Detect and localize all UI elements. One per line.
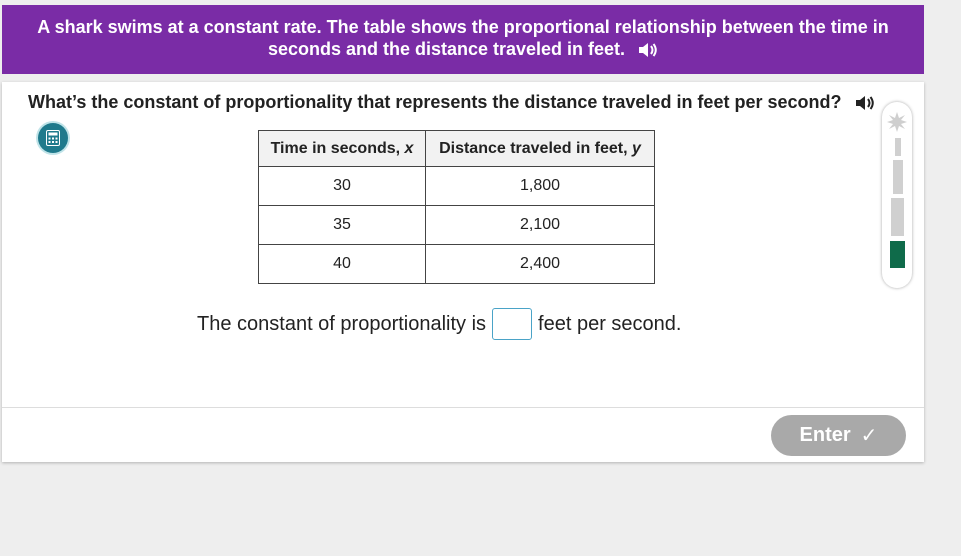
header-time-label: Time in seconds,	[270, 139, 405, 157]
question-prompt: What’s the constant of proportionality t…	[28, 92, 875, 116]
header-time: Time in seconds, x	[258, 130, 426, 167]
speaker-icon[interactable]	[855, 95, 875, 116]
header-distance-label: Distance traveled in feet,	[439, 139, 633, 157]
distance-cell: 1,800	[425, 166, 655, 206]
banner-line-2-text: seconds and the distance traveled in fee…	[267, 39, 626, 59]
table-row: 30 1,800	[258, 166, 655, 206]
progress-segment	[891, 198, 904, 236]
question-text: What’s the constant of proportionality t…	[28, 92, 842, 112]
answer-input[interactable]	[492, 308, 533, 340]
banner-line-2: seconds and the distance traveled in fee…	[2, 38, 924, 63]
progress-meter	[882, 102, 912, 288]
problem-banner: A shark swims at a constant rate. The ta…	[2, 5, 924, 74]
time-cell: 30	[258, 166, 426, 206]
time-cell: 35	[258, 205, 426, 245]
enter-button-label: Enter	[799, 424, 851, 446]
progress-segment	[895, 138, 901, 156]
proportion-table: Time in seconds, x Distance traveled in …	[258, 130, 655, 284]
answer-prefix: The constant of proportionality is	[197, 312, 487, 335]
distance-cell: 2,100	[425, 205, 655, 245]
calculator-icon[interactable]	[38, 123, 68, 153]
answer-sentence: The constant of proportionality is feet …	[197, 308, 681, 340]
star-icon	[887, 112, 907, 137]
distance-cell: 2,400	[425, 244, 655, 284]
progress-segment-filled	[890, 241, 905, 268]
footer-divider	[2, 407, 924, 408]
table-header-row: Time in seconds, x Distance traveled in …	[258, 130, 655, 167]
table-row: 40 2,400	[258, 244, 655, 284]
time-cell: 40	[258, 244, 426, 284]
header-distance: Distance traveled in feet, y	[425, 130, 655, 167]
enter-button[interactable]: Enter ✓	[771, 415, 906, 456]
banner-line-1: A shark swims at a constant rate. The ta…	[37, 17, 889, 37]
checkmark-icon: ✓	[860, 425, 878, 447]
speaker-icon[interactable]	[638, 41, 658, 63]
question-card: What’s the constant of proportionality t…	[2, 82, 924, 462]
progress-segment	[893, 160, 903, 194]
table-row: 35 2,100	[258, 205, 655, 245]
header-time-var: x	[404, 139, 414, 157]
answer-suffix: feet per second.	[538, 312, 682, 335]
header-distance-var: y	[632, 139, 641, 157]
